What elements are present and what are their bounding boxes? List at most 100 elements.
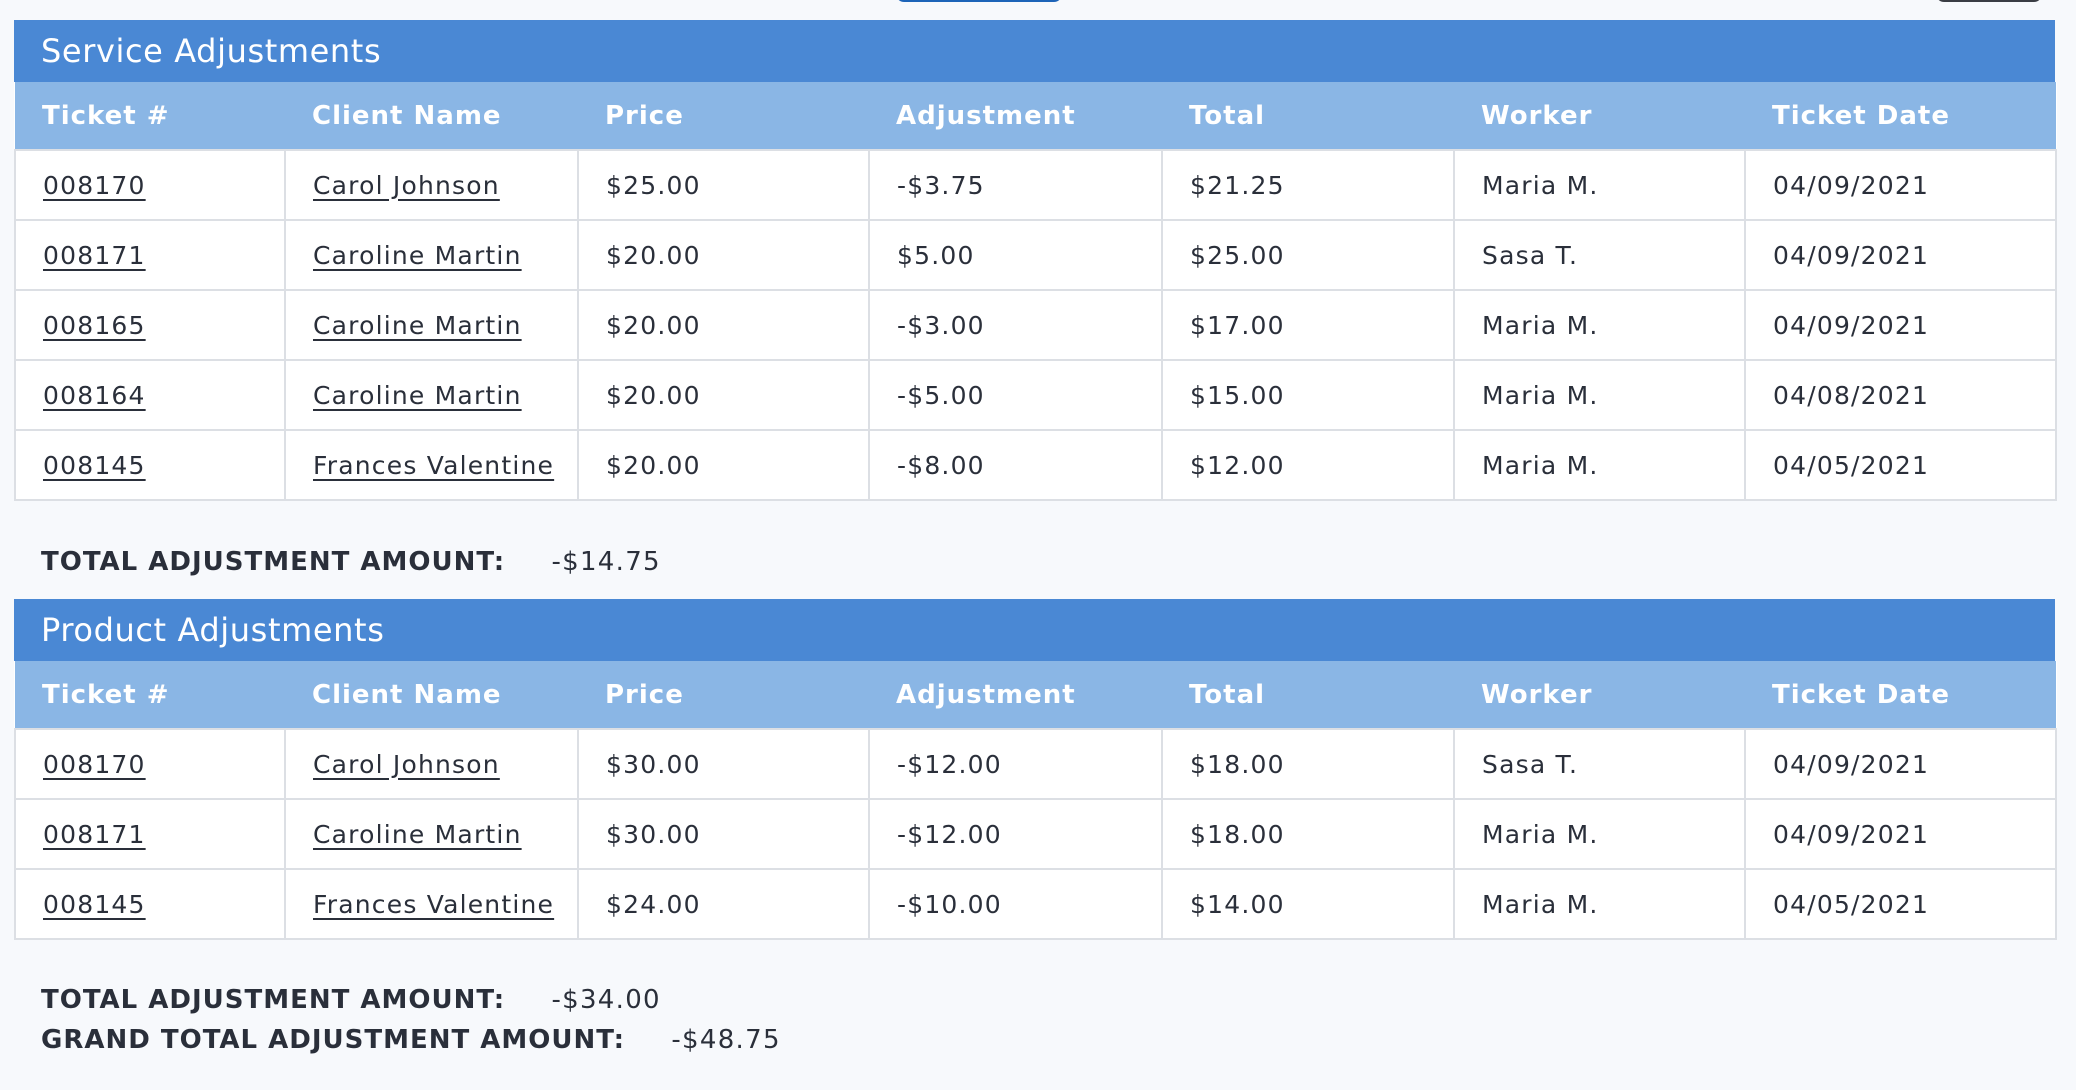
- table-cell: 008165: [14, 289, 286, 361]
- top-secondary-button[interactable]: [1936, 0, 2042, 2]
- table-cell: Caroline Martin: [284, 798, 579, 870]
- table-header-row: Ticket # Client Name Price Adjustment Total W…: [15, 82, 2056, 150]
- table-cell: Carol Johnson: [284, 149, 579, 221]
- table-row: 008170 Carol Johnson $30.00 -$12.00 $18.00 Sa…: [14, 728, 2057, 800]
- header-adjustment: Adjustment: [869, 661, 1162, 729]
- table-row: 008171 Caroline Martin $20.00 $5.00 $25.00 Sa…: [14, 219, 2057, 291]
- total-cell: $18.00: [1161, 798, 1455, 870]
- header-client-name: Client Name: [285, 82, 578, 150]
- table-header-row: Ticket # Client Name Price Adjustment Total W…: [15, 661, 2056, 729]
- ticket-number-link[interactable]: 008164: [43, 381, 146, 410]
- table-cell: Frances Valentine: [284, 429, 579, 501]
- ticket-number-link[interactable]: 008145: [43, 451, 146, 480]
- worker-cell: Maria M.: [1453, 798, 1746, 870]
- total-cell: $17.00: [1161, 289, 1455, 361]
- total-cell: $25.00: [1161, 219, 1455, 291]
- table-cell: 008145: [14, 868, 286, 940]
- product-adjustments-table: Ticket # Client Name Price Adjustment Total W…: [14, 661, 2057, 940]
- price-cell: $30.00: [577, 798, 870, 870]
- client-name-link[interactable]: Caroline Martin: [313, 381, 522, 410]
- total-cell: $14.00: [1161, 868, 1455, 940]
- price-cell: $24.00: [577, 868, 870, 940]
- client-name-link[interactable]: Frances Valentine: [313, 890, 554, 919]
- header-worker: Worker: [1454, 82, 1745, 150]
- table-row: 008164 Caroline Martin $20.00 -$5.00 $15.00 M…: [14, 359, 2057, 431]
- price-cell: $20.00: [577, 289, 870, 361]
- table-cell: 008170: [14, 149, 286, 221]
- price-cell: $20.00: [577, 219, 870, 291]
- ticket-date-cell: 04/09/2021: [1744, 149, 2057, 221]
- header-adjustment: Adjustment: [869, 82, 1162, 150]
- header-price: Price: [578, 82, 869, 150]
- header-total: Total: [1162, 661, 1454, 729]
- price-cell: $20.00: [577, 429, 870, 501]
- table-cell: 008171: [14, 798, 286, 870]
- service-adjustments-table: Ticket # Client Name Price Adjustment Total W…: [14, 82, 2057, 501]
- table-cell: Frances Valentine: [284, 868, 579, 940]
- table-cell: 008170: [14, 728, 286, 800]
- worker-cell: Sasa T.: [1453, 219, 1746, 291]
- ticket-number-link[interactable]: 008170: [43, 171, 146, 200]
- product-adjustments-section: Product Adjustments Ticket # Client Name P…: [14, 599, 2057, 940]
- ticket-number-link[interactable]: 008170: [43, 750, 146, 779]
- product-totals: TOTAL ADJUSTMENT AMOUNT: -$34.00 GRAND T…: [41, 980, 781, 1060]
- ticket-number-link[interactable]: 008171: [43, 241, 146, 270]
- header-ticket-date: Ticket Date: [1745, 661, 2056, 729]
- total-cell: $18.00: [1161, 728, 1455, 800]
- table-cell: Caroline Martin: [284, 359, 579, 431]
- adjustment-cell: -$3.00: [868, 289, 1163, 361]
- header-ticket: Ticket #: [15, 661, 285, 729]
- client-name-link[interactable]: Frances Valentine: [313, 451, 554, 480]
- service-totals: TOTAL ADJUSTMENT AMOUNT: -$14.75: [41, 542, 661, 582]
- table-row: 008165 Caroline Martin $20.00 -$3.00 $17.00 M…: [14, 289, 2057, 361]
- price-cell: $20.00: [577, 359, 870, 431]
- client-name-link[interactable]: Caroline Martin: [313, 311, 522, 340]
- service-adjustments-section: Service Adjustments Ticket # Client Name P…: [14, 20, 2057, 501]
- total-cell: $21.25: [1161, 149, 1455, 221]
- section-title: Service Adjustments: [14, 20, 2055, 82]
- table-cell: Carol Johnson: [284, 728, 579, 800]
- top-primary-button[interactable]: [896, 0, 1062, 2]
- client-name-link[interactable]: Carol Johnson: [313, 171, 500, 200]
- adjustment-cell: -$12.00: [868, 728, 1163, 800]
- ticket-number-link[interactable]: 008145: [43, 890, 146, 919]
- worker-cell: Maria M.: [1453, 429, 1746, 501]
- table-cell: Caroline Martin: [284, 289, 579, 361]
- section-title: Product Adjustments: [14, 599, 2055, 661]
- header-price: Price: [578, 661, 869, 729]
- client-name-link[interactable]: Caroline Martin: [313, 241, 522, 270]
- price-cell: $30.00: [577, 728, 870, 800]
- adjustment-cell: -$12.00: [868, 798, 1163, 870]
- price-cell: $25.00: [577, 149, 870, 221]
- adjustment-cell: -$10.00: [868, 868, 1163, 940]
- ticket-date-cell: 04/09/2021: [1744, 728, 2057, 800]
- table-row: 008145 Frances Valentine $20.00 -$8.00 $12.0…: [14, 429, 2057, 501]
- ticket-date-cell: 04/08/2021: [1744, 359, 2057, 431]
- table-cell: 008171: [14, 219, 286, 291]
- table-cell: Caroline Martin: [284, 219, 579, 291]
- ticket-date-cell: 04/09/2021: [1744, 289, 2057, 361]
- client-name-link[interactable]: Caroline Martin: [313, 820, 522, 849]
- ticket-date-cell: 04/05/2021: [1744, 868, 2057, 940]
- total-cell: $12.00: [1161, 429, 1455, 501]
- adjustment-cell: -$8.00: [868, 429, 1163, 501]
- client-name-link[interactable]: Carol Johnson: [313, 750, 500, 779]
- worker-cell: Maria M.: [1453, 868, 1746, 940]
- header-worker: Worker: [1454, 661, 1745, 729]
- header-client-name: Client Name: [285, 661, 578, 729]
- adjustment-cell: $5.00: [868, 219, 1163, 291]
- total-adjustment-label: TOTAL ADJUSTMENT AMOUNT:: [41, 547, 506, 577]
- worker-cell: Maria M.: [1453, 359, 1746, 431]
- total-adjustment-label: TOTAL ADJUSTMENT AMOUNT:: [41, 985, 506, 1015]
- ticket-date-cell: 04/05/2021: [1744, 429, 2057, 501]
- table-row: 008145 Frances Valentine $24.00 -$10.00 $14.…: [14, 868, 2057, 940]
- ticket-date-cell: 04/09/2021: [1744, 798, 2057, 870]
- table-row: 008170 Carol Johnson $25.00 -$3.75 $21.25 Mar…: [14, 149, 2057, 221]
- ticket-number-link[interactable]: 008165: [43, 311, 146, 340]
- adjustment-cell: -$3.75: [868, 149, 1163, 221]
- worker-cell: Maria M.: [1453, 289, 1746, 361]
- ticket-number-link[interactable]: 008171: [43, 820, 146, 849]
- header-ticket-date: Ticket Date: [1745, 82, 2056, 150]
- worker-cell: Maria M.: [1453, 149, 1746, 221]
- adjustment-cell: -$5.00: [868, 359, 1163, 431]
